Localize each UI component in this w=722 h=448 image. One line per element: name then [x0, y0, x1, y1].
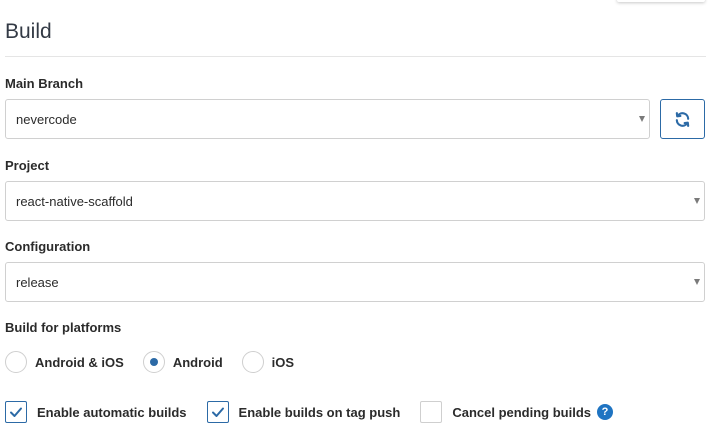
- chevron-down-icon: [694, 279, 700, 285]
- configuration-label: Configuration: [5, 239, 91, 254]
- platform-radio-ios[interactable]: [241, 351, 264, 373]
- automatic-builds-checkbox[interactable]: [5, 401, 27, 423]
- project-label: Project: [5, 158, 50, 173]
- help-icon[interactable]: ?: [597, 404, 614, 420]
- platform-label-android-ios: Android & iOS: [35, 354, 124, 370]
- check-icon: [211, 407, 224, 417]
- project-select[interactable]: react-native-scaffold: [5, 181, 705, 221]
- main-branch-select[interactable]: nevercode: [5, 99, 650, 139]
- main-branch-label: Main Branch: [5, 76, 84, 91]
- chevron-down-icon: [639, 116, 645, 122]
- main-branch-value: nevercode: [16, 111, 77, 127]
- configuration-select[interactable]: release: [5, 262, 705, 302]
- platform-option-android-ios[interactable]: Android & iOS: [5, 351, 124, 373]
- refresh-icon: [675, 111, 690, 127]
- cancel-pending-label: Cancel pending builds: [452, 404, 592, 420]
- chevron-down-icon: [694, 198, 700, 204]
- section-divider: [5, 56, 706, 57]
- check-icon: [10, 407, 22, 417]
- configuration-value: release: [16, 274, 59, 290]
- automatic-builds-label: Enable automatic builds: [37, 404, 187, 420]
- platform-radio-android[interactable]: [142, 351, 165, 373]
- platform-option-android[interactable]: Android: [142, 351, 223, 373]
- platform-radio-android-ios[interactable]: [5, 351, 27, 373]
- platform-label-android: Android: [172, 354, 223, 370]
- refresh-branches-button[interactable]: [660, 99, 705, 139]
- option-cancel-pending[interactable]: Cancel pending builds ?: [420, 401, 614, 423]
- platform-label-ios: iOS: [271, 354, 295, 370]
- tag-push-builds-label: Enable builds on tag push: [238, 404, 401, 420]
- platform-radio-group: Android & iOS Android iOS: [5, 350, 313, 374]
- platforms-label: Build for platforms: [5, 320, 122, 335]
- tag-push-builds-checkbox[interactable]: [206, 401, 229, 423]
- option-automatic-builds[interactable]: Enable automatic builds: [5, 401, 187, 423]
- build-options-group: Enable automatic builds Enable builds on…: [5, 401, 633, 423]
- option-tag-push-builds[interactable]: Enable builds on tag push: [206, 401, 401, 423]
- section-title: Build: [5, 20, 52, 43]
- popover-edge: [617, 0, 705, 2]
- cancel-pending-checkbox[interactable]: [420, 401, 443, 423]
- project-value: react-native-scaffold: [16, 193, 133, 209]
- build-settings-page: Build Main Branch nevercode Project reac…: [0, 0, 722, 448]
- platform-option-ios[interactable]: iOS: [241, 351, 295, 373]
